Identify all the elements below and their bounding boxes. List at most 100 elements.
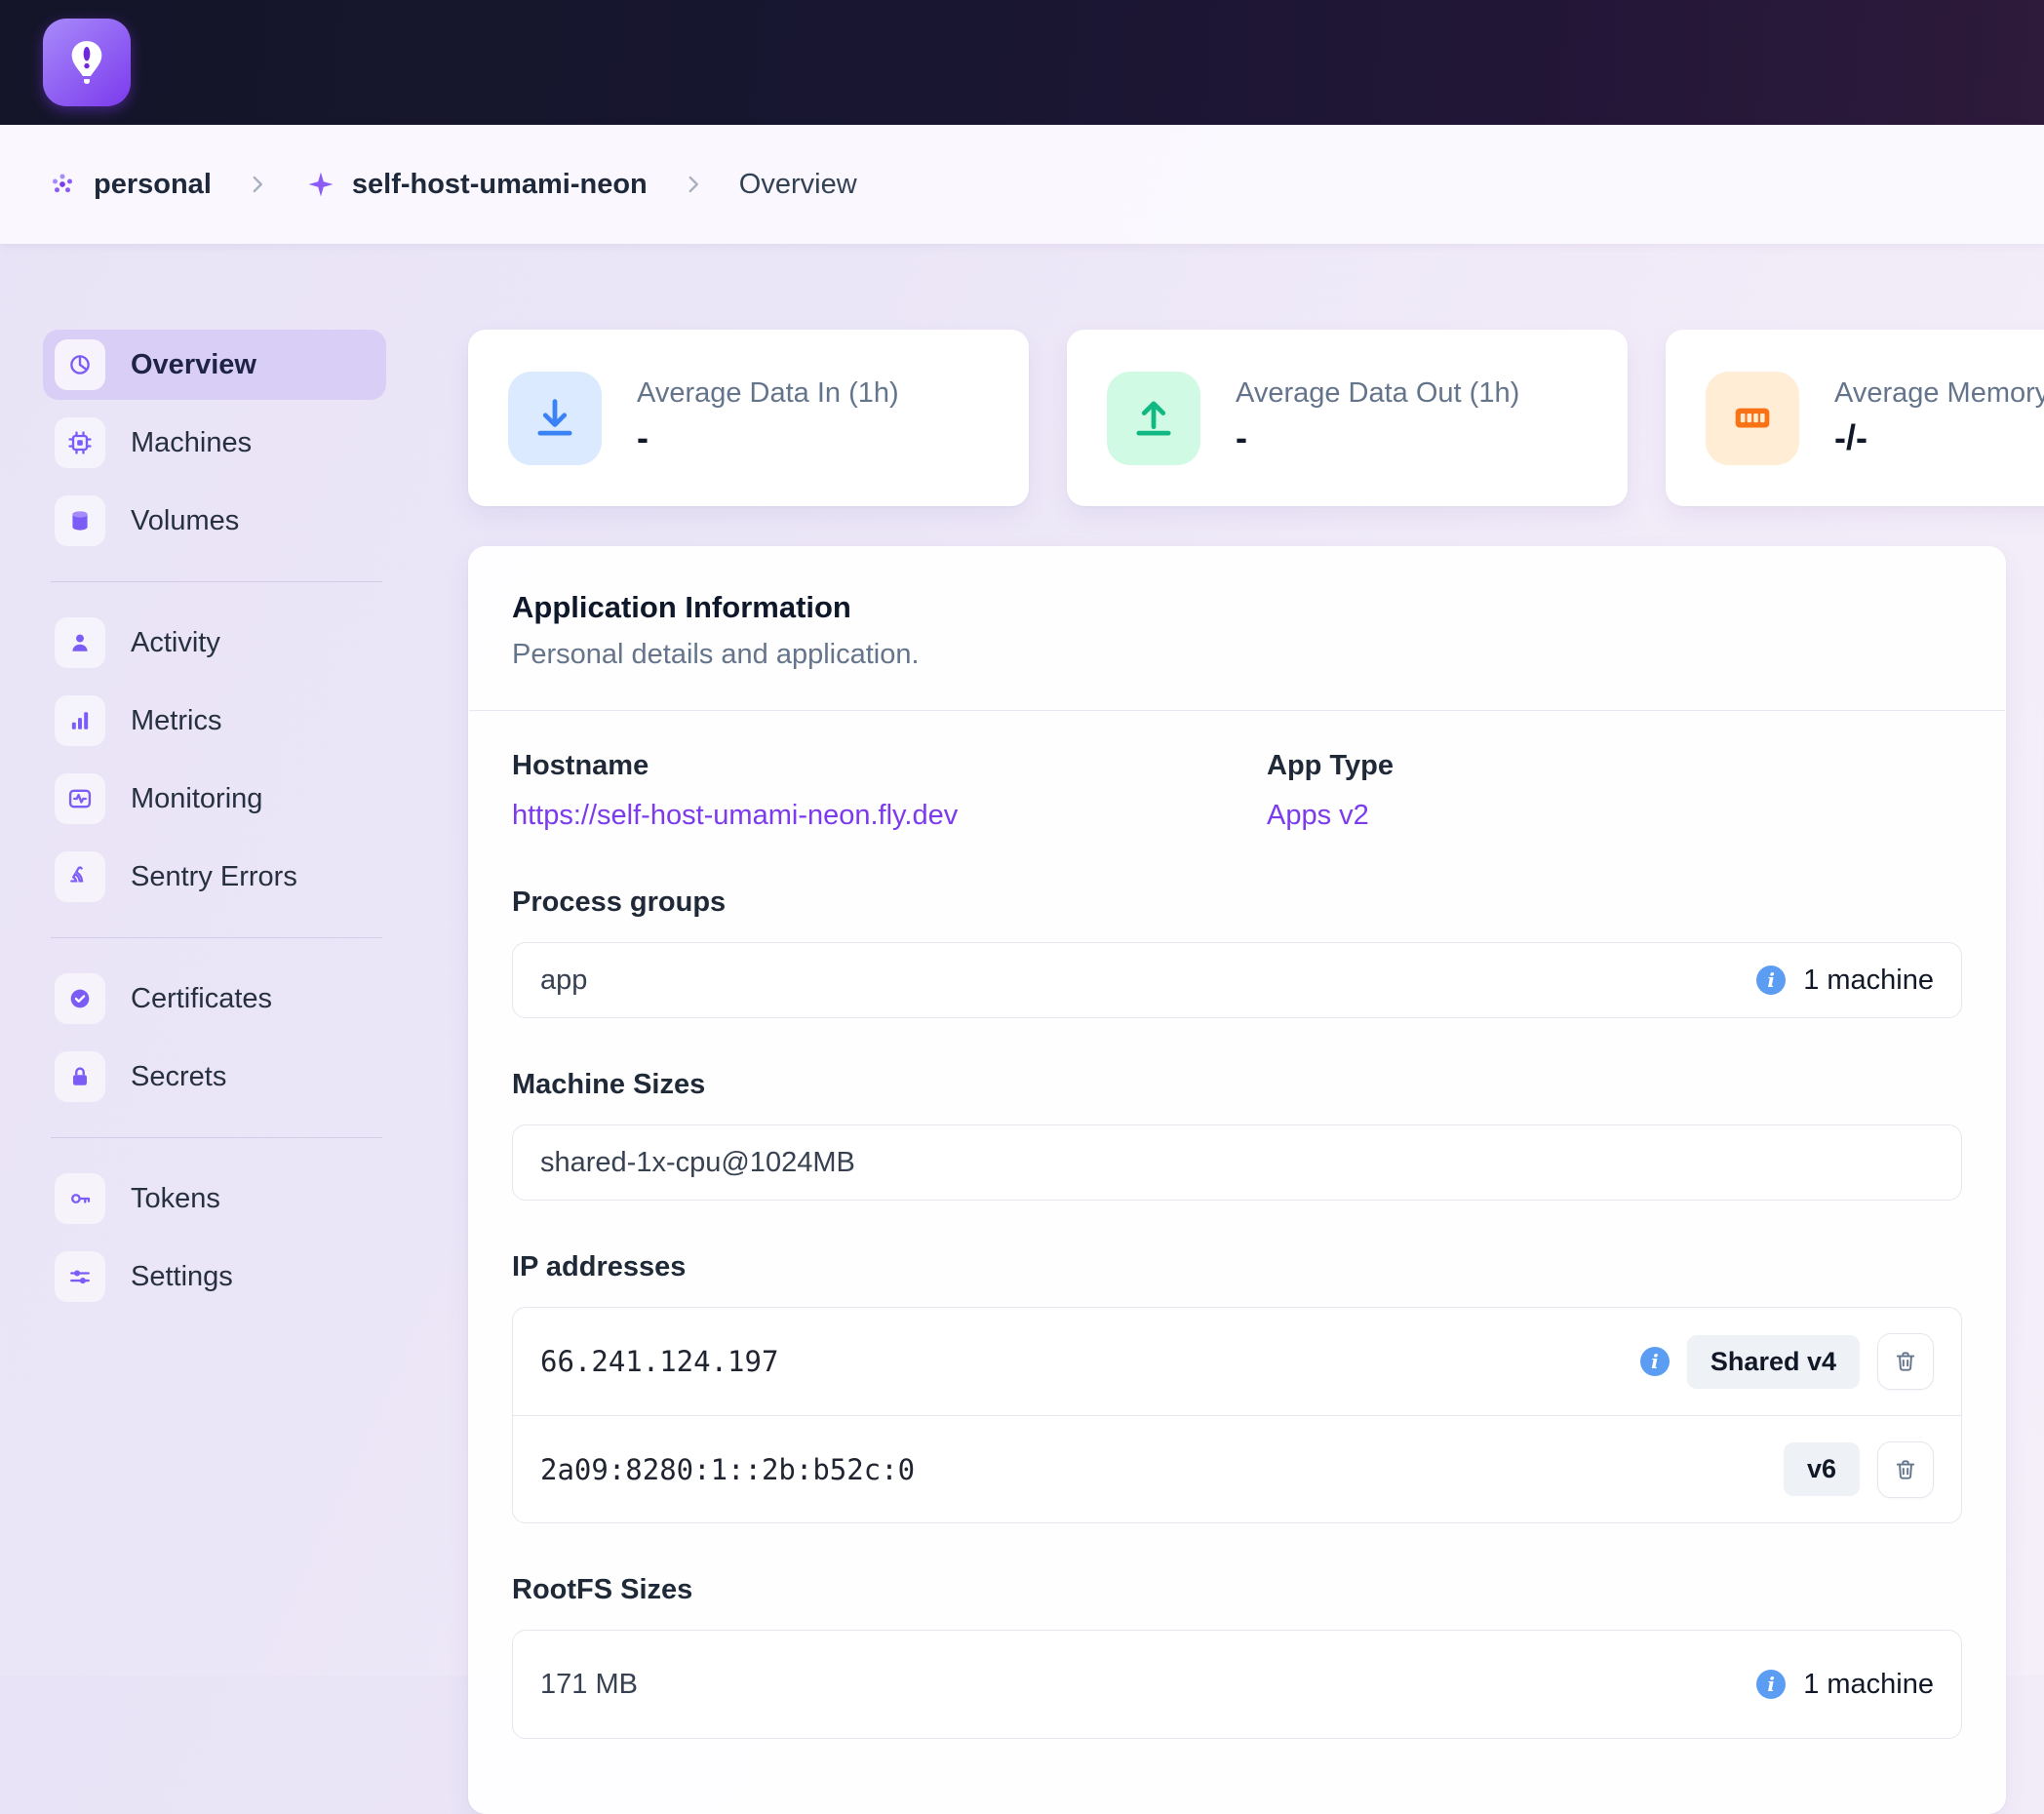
arrow-down-to-line-icon bbox=[508, 372, 602, 465]
sidebar-divider bbox=[51, 1137, 382, 1138]
sidebar-item-tokens[interactable]: Tokens bbox=[43, 1163, 386, 1234]
sidebar: Overview Machines Volumes bbox=[0, 244, 451, 1676]
process-group-row: app i 1 machine bbox=[513, 943, 1961, 1017]
sidebar-item-activity[interactable]: Activity bbox=[43, 608, 386, 678]
hostname-link[interactable]: https://self-host-umami-neon.fly.dev bbox=[512, 800, 958, 832]
sidebar-item-machines[interactable]: Machines bbox=[43, 408, 386, 478]
rootfs-sizes-label: RootFS Sizes bbox=[512, 1574, 1962, 1606]
balloon-icon bbox=[60, 36, 113, 89]
sidebar-item-overview[interactable]: Overview bbox=[43, 330, 386, 400]
ip-type-badge: Shared v4 bbox=[1687, 1335, 1860, 1389]
process-groups-section: Process groups app i 1 machine bbox=[512, 887, 1962, 1018]
sidebar-item-label: Overview bbox=[131, 349, 256, 381]
rootfs-row: 171 MB i 1 machine bbox=[513, 1631, 1961, 1738]
delete-ip-button[interactable] bbox=[1877, 1441, 1934, 1498]
sidebar-item-label: Sentry Errors bbox=[131, 861, 297, 893]
sidebar-item-settings[interactable]: Settings bbox=[43, 1242, 386, 1312]
machine-sizes-section: Machine Sizes shared-1x-cpu@1024MB bbox=[512, 1069, 1962, 1201]
lock-icon bbox=[55, 1051, 105, 1102]
database-icon bbox=[55, 495, 105, 546]
ip-address-value: 2a09:8280:1::2b:b52c:0 bbox=[540, 1453, 915, 1486]
key-icon bbox=[55, 1173, 105, 1224]
sidebar-divider bbox=[51, 937, 382, 938]
chevron-right-icon bbox=[245, 172, 270, 197]
arrow-up-from-line-icon bbox=[1107, 372, 1200, 465]
stat-label: Average Data In (1h) bbox=[637, 377, 899, 410]
hostname-field: Hostname https://self-host-umami-neon.fl… bbox=[512, 750, 1267, 832]
sidebar-item-label: Settings bbox=[131, 1261, 233, 1293]
memory-chip-icon bbox=[1706, 372, 1799, 465]
ip-addresses-section: IP addresses 66.241.124.197 i Shared v4 bbox=[512, 1251, 1962, 1523]
stat-card-memory: Average Memory -/- bbox=[1666, 330, 2044, 506]
sentry-icon bbox=[55, 851, 105, 902]
app-type-field: App Type Apps v2 bbox=[1267, 750, 1962, 832]
organization-icon bbox=[45, 167, 80, 202]
user-activity-icon bbox=[55, 617, 105, 668]
bar-chart-icon bbox=[55, 695, 105, 746]
sidebar-divider bbox=[51, 581, 382, 582]
sidebar-item-label: Secrets bbox=[131, 1061, 226, 1093]
ip-address-row: 2a09:8280:1::2b:b52c:0 v6 bbox=[513, 1415, 1961, 1522]
ip-type-badge: v6 bbox=[1784, 1442, 1860, 1496]
application-information-card: Application Information Personal details… bbox=[468, 546, 2006, 1814]
hostname-label: Hostname bbox=[512, 750, 1267, 782]
delete-ip-button[interactable] bbox=[1877, 1333, 1934, 1390]
cpu-chip-icon bbox=[55, 417, 105, 468]
app-type-link[interactable]: Apps v2 bbox=[1267, 800, 1369, 832]
process-groups-label: Process groups bbox=[512, 887, 1962, 919]
card-header: Application Information Personal details… bbox=[469, 547, 2005, 711]
ip-address-value: 66.241.124.197 bbox=[540, 1345, 778, 1378]
info-icon[interactable]: i bbox=[1756, 966, 1786, 995]
sidebar-item-label: Metrics bbox=[131, 705, 221, 737]
process-group-name: app bbox=[540, 965, 587, 997]
stat-label: Average Data Out (1h) bbox=[1236, 377, 1519, 410]
sidebar-item-certificates[interactable]: Certificates bbox=[43, 964, 386, 1034]
sliders-icon bbox=[55, 1251, 105, 1302]
pulse-monitor-icon bbox=[55, 773, 105, 824]
sidebar-item-metrics[interactable]: Metrics bbox=[43, 686, 386, 756]
pie-chart-icon bbox=[55, 339, 105, 390]
info-icon[interactable]: i bbox=[1756, 1670, 1786, 1699]
stat-value: - bbox=[1236, 417, 1519, 458]
breadcrumb-org[interactable]: personal bbox=[94, 169, 212, 201]
stat-card-data-out: Average Data Out (1h) - bbox=[1067, 330, 1628, 506]
trash-icon bbox=[1893, 1349, 1918, 1374]
info-icon[interactable]: i bbox=[1640, 1347, 1670, 1376]
machine-count: 1 machine bbox=[1803, 1669, 1934, 1701]
chevron-right-icon bbox=[681, 172, 706, 197]
sidebar-item-secrets[interactable]: Secrets bbox=[43, 1042, 386, 1112]
machine-size-row: shared-1x-cpu@1024MB bbox=[513, 1125, 1961, 1200]
sidebar-item-label: Certificates bbox=[131, 983, 272, 1015]
ip-addresses-label: IP addresses bbox=[512, 1251, 1962, 1283]
ip-address-row: 66.241.124.197 i Shared v4 bbox=[513, 1308, 1961, 1415]
rootfs-size-value: 171 MB bbox=[540, 1669, 638, 1701]
stat-label: Average Memory bbox=[1834, 377, 2044, 410]
stat-card-data-in: Average Data In (1h) - bbox=[468, 330, 1029, 506]
rootfs-sizes-section: RootFS Sizes 171 MB i 1 machine bbox=[512, 1574, 1962, 1739]
card-title: Application Information bbox=[512, 590, 1962, 625]
stat-value: -/- bbox=[1834, 417, 2044, 458]
main-content: Average Data In (1h) - Average Data Out … bbox=[451, 244, 2044, 1676]
badge-check-icon bbox=[55, 973, 105, 1024]
topbar bbox=[0, 0, 2044, 125]
machine-size-value: shared-1x-cpu@1024MB bbox=[540, 1147, 855, 1179]
stat-value: - bbox=[637, 417, 899, 458]
breadcrumb: personal self-host-umami-neon Overview bbox=[0, 125, 2044, 244]
breadcrumb-page: Overview bbox=[739, 169, 857, 201]
sidebar-item-monitoring[interactable]: Monitoring bbox=[43, 764, 386, 834]
sidebar-item-label: Machines bbox=[131, 427, 252, 459]
sidebar-item-label: Activity bbox=[131, 627, 220, 659]
sidebar-item-label: Tokens bbox=[131, 1183, 220, 1215]
breadcrumb-app[interactable]: self-host-umami-neon bbox=[352, 169, 648, 201]
machine-count: 1 machine bbox=[1803, 965, 1934, 997]
machine-sizes-label: Machine Sizes bbox=[512, 1069, 1962, 1101]
card-subtitle: Personal details and application. bbox=[512, 639, 1962, 671]
app-type-label: App Type bbox=[1267, 750, 1962, 782]
sidebar-item-label: Monitoring bbox=[131, 783, 262, 815]
sidebar-item-label: Volumes bbox=[131, 505, 239, 537]
sparkle-icon bbox=[303, 167, 338, 202]
sidebar-item-sentry-errors[interactable]: Sentry Errors bbox=[43, 842, 386, 912]
fly-logo[interactable] bbox=[43, 19, 131, 106]
sidebar-item-volumes[interactable]: Volumes bbox=[43, 486, 386, 556]
trash-icon bbox=[1893, 1457, 1918, 1482]
